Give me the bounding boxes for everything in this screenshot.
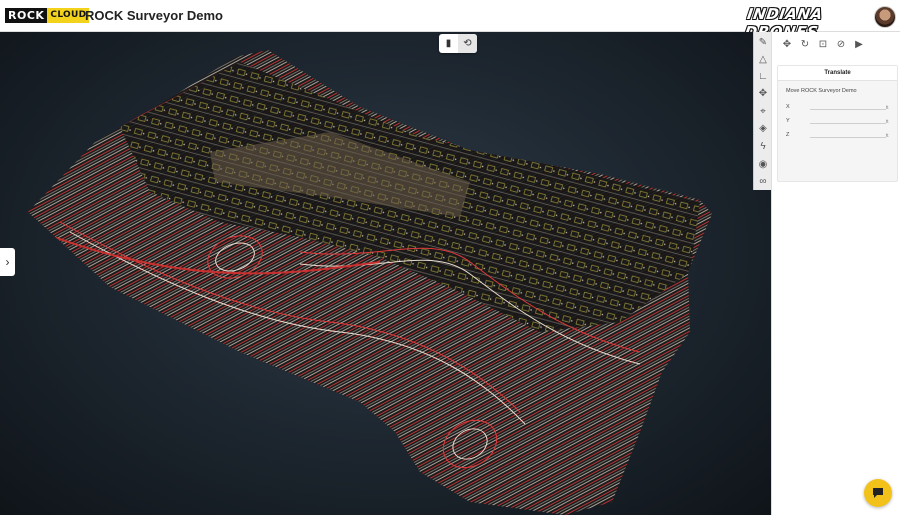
rotate-icon[interactable]: ↻ bbox=[798, 37, 812, 51]
link-icon[interactable]: ∞ bbox=[754, 173, 772, 190]
contour-terrain bbox=[28, 50, 712, 515]
chat-bubble-icon bbox=[873, 488, 883, 498]
axis-row-z: Z ft bbox=[786, 131, 892, 141]
layers-icon[interactable]: ◈ bbox=[754, 120, 772, 137]
user-avatar[interactable] bbox=[874, 6, 896, 28]
tab-translate[interactable]: Translate bbox=[778, 66, 897, 81]
axis-label: X bbox=[786, 104, 790, 110]
point-cloud-viewport[interactable]: ▮ ⟲ › bbox=[0, 32, 771, 515]
translate-icon[interactable]: ✥ bbox=[780, 37, 794, 51]
logo-cloud: CLOUD bbox=[47, 8, 90, 23]
translate-card: Translate Move ROCK Surveyor Demo X ft Y… bbox=[777, 65, 898, 182]
x-input[interactable] bbox=[810, 109, 886, 110]
angle-icon[interactable]: ∟ bbox=[754, 68, 772, 85]
app-header: ROCK CLOUD ROCK Surveyor Demo INDIANA DR… bbox=[0, 0, 900, 41]
axis-row-x: X ft bbox=[786, 103, 892, 113]
pencil-icon[interactable]: ✎ bbox=[754, 34, 772, 51]
axis-unit: ft bbox=[886, 133, 889, 138]
z-input[interactable] bbox=[810, 137, 886, 138]
expand-sidebar-button[interactable]: › bbox=[0, 248, 15, 276]
area-triangle-icon[interactable]: △ bbox=[754, 51, 772, 68]
flash-icon[interactable]: ϟ bbox=[754, 138, 772, 155]
y-input[interactable] bbox=[810, 123, 886, 124]
page-title: ROCK Surveyor Demo bbox=[85, 8, 223, 23]
translate-subtitle: Move ROCK Surveyor Demo bbox=[786, 88, 857, 94]
axis-label: Y bbox=[786, 118, 790, 124]
camera-icon[interactable]: ▶ bbox=[852, 37, 866, 51]
rock-cloud-logo[interactable]: ROCK CLOUD bbox=[5, 8, 90, 23]
chat-button[interactable] bbox=[864, 479, 892, 507]
axis-unit: ft bbox=[886, 105, 889, 110]
move-icon[interactable]: ✥ bbox=[754, 85, 772, 102]
compass-icon[interactable]: ⊘ bbox=[834, 37, 848, 51]
axis-row-y: Y ft bbox=[786, 117, 892, 127]
chevron-right-icon: › bbox=[5, 255, 10, 269]
orbit-view-button[interactable]: ⟲ bbox=[458, 34, 477, 53]
transform-panel: ✥ ↻ ⊡ ⊘ ▶ Translate Move ROCK Surveyor D… bbox=[771, 32, 900, 515]
transform-mode-bar: ✥ ↻ ⊡ ⊘ ▶ bbox=[772, 37, 900, 53]
location-pin-icon[interactable]: ⌖ bbox=[754, 103, 772, 120]
scale-icon[interactable]: ⊡ bbox=[816, 37, 830, 51]
measurement-toolbar: ✎ △ ∟ ✥ ⌖ ◈ ϟ ◉ ∞ bbox=[753, 32, 773, 190]
eye-icon[interactable]: ◉ bbox=[754, 156, 772, 173]
axis-unit: ft bbox=[886, 119, 889, 124]
map-view-button[interactable]: ▮ bbox=[439, 34, 458, 53]
logo-rock: ROCK bbox=[5, 8, 48, 23]
view-mode-toggle: ▮ ⟲ bbox=[439, 34, 477, 53]
axis-label: Z bbox=[786, 132, 790, 138]
